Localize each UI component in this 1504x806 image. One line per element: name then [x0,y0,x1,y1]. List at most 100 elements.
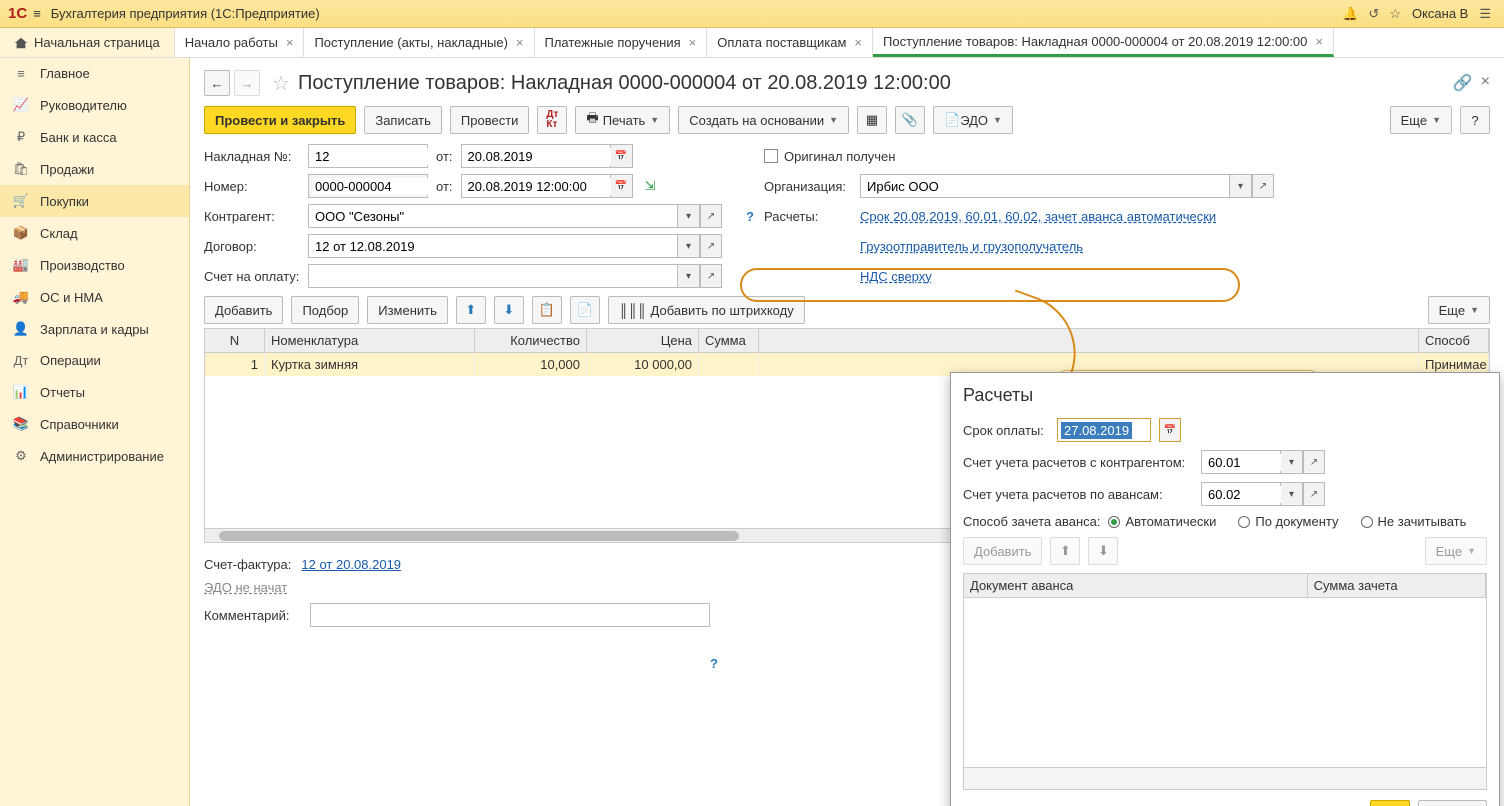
col-sum[interactable]: Сумма [699,329,759,352]
invoice-no-input[interactable] [308,144,428,168]
barcode-button[interactable]: ║║║ Добавить по штрихкоду [608,296,805,324]
sidebar-item-bank[interactable]: ₽Банк и касса [0,121,189,153]
invoice-date-input[interactable] [461,144,611,168]
popup-col-sum[interactable]: Сумма зачета [1308,574,1486,597]
sidebar-item-production[interactable]: 🏭Производство [0,249,189,281]
sidebar-item-operations[interactable]: ДтОперации [0,345,189,376]
write-button[interactable]: Записать [364,106,442,134]
open-icon[interactable]: ↗ [1303,450,1325,474]
open-icon[interactable]: ↗ [700,204,722,228]
original-checkbox[interactable] [764,149,778,163]
dtkt-button[interactable]: ДтКт [537,106,567,134]
edit-button[interactable]: Изменить [367,296,448,324]
open-icon[interactable]: ↗ [700,234,722,258]
post-button[interactable]: Провести [450,106,530,134]
move-up-button[interactable]: ⬆ [456,296,486,324]
close-icon[interactable]: × [1481,73,1490,93]
col-method[interactable]: Способ [1419,329,1489,352]
pick-button[interactable]: Подбор [291,296,359,324]
tab-supplier-pay[interactable]: Оплата поставщикам× [707,28,873,57]
dropdown-icon[interactable]: ▾ [678,264,700,288]
due-input[interactable]: 27.08.2019 [1057,418,1151,442]
payacc-input[interactable] [308,264,678,288]
ok-button[interactable]: ОК [1370,800,1410,806]
more-button[interactable]: Еще▼ [1390,106,1452,134]
post-close-button[interactable]: Провести и закрыть [204,106,356,134]
sidebar-item-admin[interactable]: ⚙Администрирование [0,440,189,472]
paste-button[interactable]: 📄 [570,296,600,324]
tab-current-doc[interactable]: Поступление товаров: Накладная 0000-0000… [873,28,1334,57]
add-row-button[interactable]: Добавить [204,296,283,324]
close-icon[interactable]: × [286,35,294,50]
sidebar-item-manager[interactable]: 📈Руководителю [0,89,189,121]
acc1-input[interactable] [1201,450,1281,474]
dropdown-icon[interactable]: ▾ [1281,482,1303,506]
history-icon[interactable]: ↺ [1368,6,1379,22]
star-icon[interactable]: ☆ [1389,6,1401,22]
calc-link[interactable]: Срок 20.08.2019, 60.01, 60.02, зачет ава… [860,209,1216,224]
vat-link[interactable]: НДС сверху [860,269,932,284]
counter-input[interactable] [308,204,678,228]
open-icon[interactable]: ↗ [1252,174,1274,198]
create-from-button[interactable]: Создать на основании▼ [678,106,849,134]
menu-bars-icon[interactable]: ☰ [1479,6,1491,22]
sidebar-item-salary[interactable]: 👤Зарплата и кадры [0,313,189,345]
sf-link[interactable]: 12 от 20.08.2019 [301,557,401,572]
acc2-input[interactable] [1201,482,1281,506]
shipper-link[interactable]: Грузоотправитель и грузополучатель [860,239,1083,254]
copy-button[interactable]: 📋 [532,296,562,324]
calendar-icon[interactable]: 📅 [611,174,633,198]
col-nom[interactable]: Номенклатура [265,329,475,352]
back-button[interactable]: ← [204,70,230,96]
popup-col-doc[interactable]: Документ аванса [964,574,1308,597]
home-tab[interactable]: Начальная страница [0,28,175,57]
related-button[interactable]: ▦ [857,106,887,134]
sidebar-item-references[interactable]: 📚Справочники [0,408,189,440]
col-price[interactable]: Цена [587,329,699,352]
sidebar-item-main[interactable]: ≡Главное [0,58,189,89]
table-more-button[interactable]: Еще▼ [1428,296,1490,324]
user-name[interactable]: Оксана В [1412,6,1468,21]
tab-receipts[interactable]: Поступление (акты, накладные)× [304,28,534,57]
number-date-input[interactable] [461,174,611,198]
col-qty[interactable]: Количество [475,329,587,352]
comment-input[interactable] [310,603,710,627]
radio-none[interactable]: Не зачитывать [1361,514,1467,529]
radio-auto[interactable]: Автоматически [1108,514,1216,529]
calendar-icon[interactable]: 📅 [1159,418,1181,442]
radio-bydoc[interactable]: По документу [1238,514,1338,529]
close-icon[interactable]: × [1315,34,1323,49]
number-input[interactable] [308,174,428,198]
move-down-button[interactable]: ⬇ [494,296,524,324]
forward-button[interactable]: → [234,70,260,96]
dropdown-icon[interactable]: ▾ [1230,174,1252,198]
sidebar-item-assets[interactable]: 🚚ОС и НМА [0,281,189,313]
col-n[interactable]: N [205,329,265,352]
cancel-button[interactable]: Отмена [1418,800,1487,806]
edo-status-link[interactable]: ЭДО не начат [204,580,287,595]
help-button[interactable]: ? [1460,106,1490,134]
calendar-icon[interactable]: 📅 [611,144,633,168]
dropdown-icon[interactable]: ▾ [678,234,700,258]
sidebar-item-warehouse[interactable]: 📦Склад [0,217,189,249]
favorite-icon[interactable]: ☆ [272,71,290,96]
contract-input[interactable] [308,234,678,258]
attach-button[interactable]: 📎 [895,106,925,134]
open-icon[interactable]: ↗ [1303,482,1325,506]
dropdown-icon[interactable]: ▾ [1281,450,1303,474]
tab-start[interactable]: Начало работы× [175,28,305,57]
sidebar-item-sales[interactable]: 🛍Продажи [0,153,189,185]
close-icon[interactable]: × [854,35,862,50]
help-icon[interactable]: ? [746,209,754,224]
sidebar-item-reports[interactable]: 📊Отчеты [0,376,189,408]
org-input[interactable] [860,174,1230,198]
tab-payments[interactable]: Платежные поручения× [535,28,708,57]
edo-button[interactable]: 📄 ЭДО▼ [933,106,1013,134]
dropdown-icon[interactable]: ▾ [678,204,700,228]
sidebar-item-purchases[interactable]: 🛒Покупки [0,185,189,217]
help-icon[interactable]: ? [710,656,718,671]
link-icon[interactable]: 🔗 [1453,73,1473,93]
bell-icon[interactable]: 🔔 [1342,6,1358,22]
close-icon[interactable]: × [516,35,524,50]
print-button[interactable]: 🖶 Печать▼ [575,106,670,134]
